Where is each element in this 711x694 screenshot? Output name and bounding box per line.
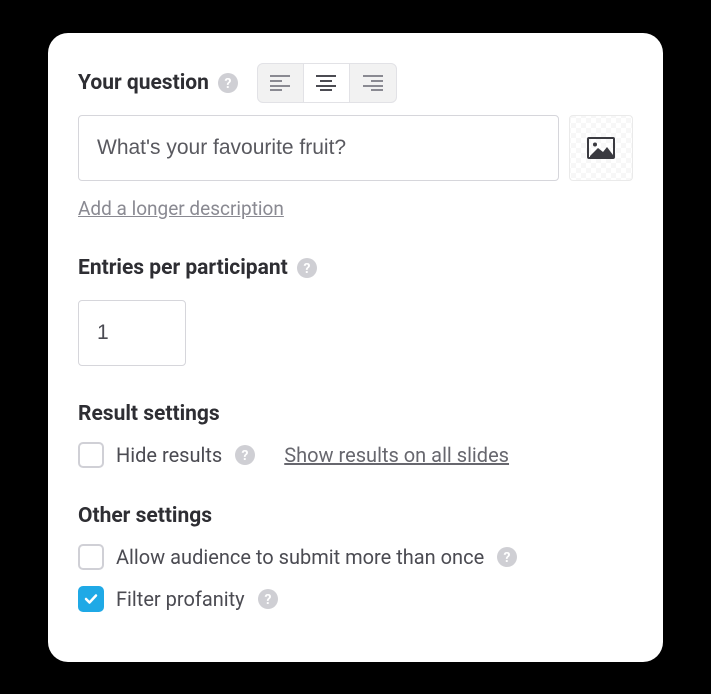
help-icon[interactable]: ? (217, 72, 239, 94)
alignment-group (257, 63, 397, 103)
settings-panel: Your question ? (48, 33, 663, 662)
allow-multiple-label: Allow audience to submit more than once (116, 545, 484, 569)
filter-profanity-checkbox[interactable] (78, 586, 104, 612)
help-icon[interactable]: ? (296, 257, 318, 279)
align-right-button[interactable] (350, 64, 396, 102)
show-results-all-slides-link[interactable]: Show results on all slides (284, 443, 509, 467)
other-settings-label: Other settings (78, 504, 212, 528)
help-icon[interactable]: ? (234, 444, 256, 466)
svg-text:?: ? (504, 550, 511, 566)
entries-section: Entries per participant ? (78, 256, 633, 366)
align-center-button[interactable] (304, 64, 350, 102)
question-label-row: Your question ? (78, 63, 633, 103)
help-icon[interactable]: ? (496, 546, 518, 568)
question-input[interactable] (78, 115, 559, 181)
filter-profanity-label: Filter profanity (116, 587, 245, 611)
result-settings-label: Result settings (78, 402, 220, 426)
hide-results-group: Hide results ? (78, 442, 256, 468)
hide-results-label: Hide results (116, 443, 222, 467)
svg-text:?: ? (264, 592, 271, 608)
result-settings-row: Hide results ? Show results on all slide… (78, 442, 633, 468)
svg-text:?: ? (303, 261, 310, 277)
other-settings-section: Other settings Allow audience to submit … (78, 504, 633, 612)
svg-text:?: ? (242, 448, 249, 464)
result-settings-section: Result settings Hide results ? Show resu… (78, 402, 633, 468)
filter-profanity-row: Filter profanity ? (78, 586, 633, 612)
svg-text:?: ? (224, 76, 231, 92)
add-image-button[interactable] (569, 115, 633, 181)
hide-results-checkbox[interactable] (78, 442, 104, 468)
help-icon[interactable]: ? (257, 588, 279, 610)
entries-input[interactable] (78, 300, 186, 366)
allow-multiple-row: Allow audience to submit more than once … (78, 544, 633, 570)
allow-multiple-checkbox[interactable] (78, 544, 104, 570)
align-left-button[interactable] (258, 64, 304, 102)
add-description-link[interactable]: Add a longer description (78, 197, 284, 220)
entries-label: Entries per participant (78, 256, 288, 280)
entries-label-row: Entries per participant ? (78, 256, 633, 280)
question-label: Your question (78, 71, 209, 95)
question-input-row (78, 115, 633, 181)
